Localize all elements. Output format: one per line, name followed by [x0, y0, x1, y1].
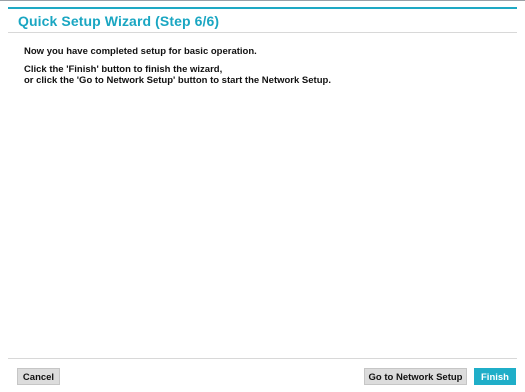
go-to-network-setup-button[interactable]: Go to Network Setup — [364, 368, 467, 385]
quick-setup-wizard-dialog: Quick Setup Wizard (Step 6/6) Now you ha… — [0, 0, 525, 392]
wizard-title-bar: Quick Setup Wizard (Step 6/6) — [8, 7, 517, 33]
finish-button[interactable]: Finish — [474, 368, 516, 385]
wizard-title: Quick Setup Wizard (Step 6/6) — [18, 13, 220, 29]
wizard-content: Now you have completed setup for basic o… — [8, 33, 517, 359]
cancel-button[interactable]: Cancel — [17, 368, 60, 385]
network-setup-instruction: or click the 'Go to Network Setup' butto… — [24, 75, 331, 86]
completion-message: Now you have completed setup for basic o… — [24, 46, 257, 57]
finish-instruction: Click the 'Finish' button to finish the … — [24, 64, 223, 75]
